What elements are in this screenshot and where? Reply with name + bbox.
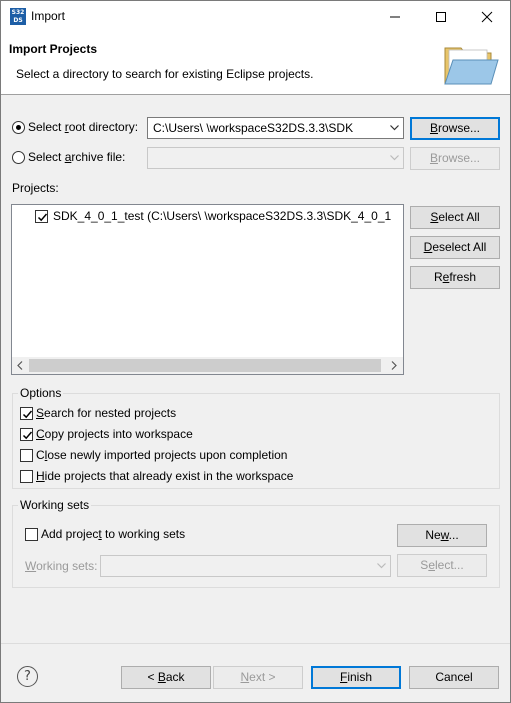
project-item-label[interactable]: SDK_4_0_1_test (C:\Users\ \workspaceS32D…: [53, 209, 403, 223]
window-title: Import: [31, 9, 66, 23]
page-description: Select a directory to search for existin…: [16, 67, 314, 81]
deselect-all-button[interactable]: Deselect All: [410, 236, 500, 259]
close-imported-label: Close newly imported projects upon compl…: [36, 448, 288, 462]
back-button[interactable]: < Back: [121, 666, 211, 689]
chevron-right-icon: [391, 361, 397, 370]
add-to-working-sets-checkbox[interactable]: [25, 528, 38, 541]
close-imported-checkbox[interactable]: [20, 449, 33, 462]
select-root-directory-radio[interactable]: [12, 121, 25, 134]
checkmark-icon: [22, 431, 33, 440]
chevron-left-icon: [17, 361, 23, 370]
next-button[interactable]: Next >: [213, 666, 303, 689]
minimize-icon: [390, 16, 400, 18]
refresh-button[interactable]: Refresh: [410, 266, 500, 289]
close-icon: [481, 11, 493, 23]
minimize-button[interactable]: [372, 1, 418, 32]
scroll-right-button[interactable]: [386, 357, 403, 374]
help-icon[interactable]: ?: [17, 666, 38, 687]
hide-existing-checkbox[interactable]: [20, 470, 33, 483]
root-directory-combo[interactable]: C:\Users\ \workspaceS32DS.3.3\SDK: [147, 117, 404, 139]
checkmark-icon: [22, 410, 33, 419]
select-working-sets-button[interactable]: Select...: [397, 554, 487, 577]
maximize-icon: [436, 12, 446, 22]
wizard-header: Import Projects Select a directory to se…: [1, 32, 510, 95]
project-checkbox[interactable]: [35, 210, 48, 223]
select-archive-file-label: Select archive file:: [28, 150, 126, 164]
import-dialog: S32 DS Import Import Projects Select a d…: [0, 0, 511, 703]
search-nested-label: Search for nested projects: [36, 406, 177, 420]
root-directory-value: C:\Users\ \workspaceS32DS.3.3\SDK: [153, 121, 354, 135]
options-title: Options: [18, 386, 64, 400]
search-nested-checkbox[interactable]: [20, 407, 33, 420]
s32ds-app-icon: S32 DS: [10, 8, 26, 25]
chevron-down-icon[interactable]: [372, 556, 390, 576]
chevron-down-icon[interactable]: [385, 148, 403, 168]
select-all-button[interactable]: Select All: [410, 206, 500, 229]
working-sets-combo[interactable]: [100, 555, 391, 577]
close-button[interactable]: [464, 1, 510, 32]
projects-list[interactable]: SDK_4_0_1_test (C:\Users\ \workspaceS32D…: [11, 204, 404, 375]
browse-root-button[interactable]: Browse...: [410, 117, 500, 140]
new-working-set-button[interactable]: New...: [397, 524, 487, 547]
folder-open-icon: [444, 47, 499, 85]
hide-existing-label: Hide projects that already exist in the …: [36, 469, 294, 483]
browse-archive-button[interactable]: Browse...: [410, 147, 500, 170]
archive-file-combo[interactable]: [147, 147, 404, 169]
scroll-thumb[interactable]: [29, 359, 381, 372]
chevron-down-icon[interactable]: [385, 118, 403, 138]
footer-divider: [1, 643, 510, 644]
maximize-button[interactable]: [418, 1, 464, 32]
select-archive-file-radio[interactable]: [12, 151, 25, 164]
working-sets-label: Working sets:: [25, 559, 98, 573]
projects-label: Projects:: [12, 181, 59, 195]
checkmark-icon: [37, 213, 48, 222]
select-root-directory-label: Select root directory:: [28, 120, 139, 134]
scroll-left-button[interactable]: [12, 357, 29, 374]
working-sets-title: Working sets: [18, 498, 92, 512]
horizontal-scrollbar[interactable]: [12, 357, 403, 374]
finish-button[interactable]: Finish: [311, 666, 401, 689]
cancel-button[interactable]: Cancel: [409, 666, 499, 689]
page-title: Import Projects: [9, 42, 98, 56]
copy-projects-checkbox[interactable]: [20, 428, 33, 441]
add-to-working-sets-label: Add project to working sets: [41, 527, 186, 541]
copy-projects-label: Copy projects into workspace: [36, 427, 193, 441]
title-bar[interactable]: S32 DS Import: [1, 1, 510, 32]
